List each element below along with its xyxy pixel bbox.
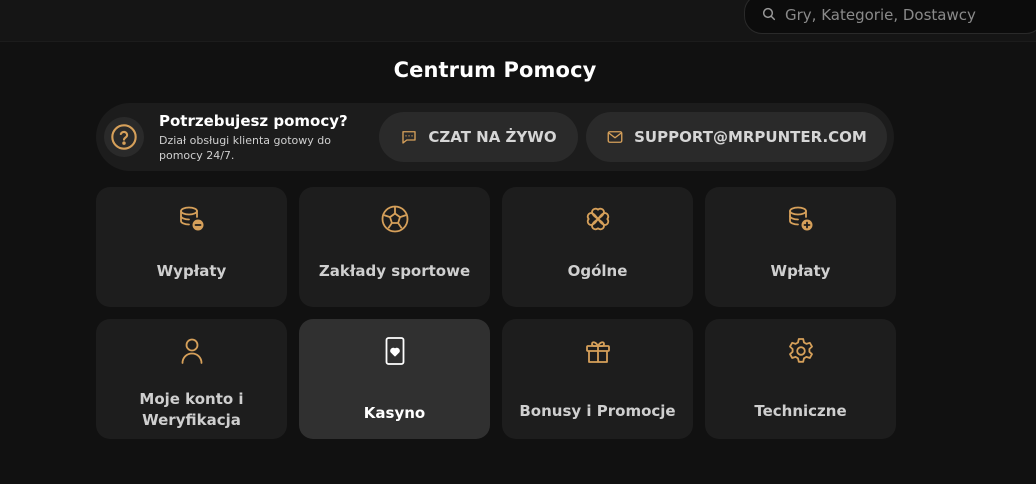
category-label: Zakłady sportowe	[318, 262, 471, 280]
user-icon	[176, 335, 208, 367]
category-tile-deposits[interactable]: Wpłaty	[705, 187, 896, 307]
coins-minus-icon	[176, 203, 208, 235]
live-chat-label: CZAT NA ŻYWO	[428, 128, 557, 146]
category-label: Moje konto i Weryfikacja	[139, 390, 244, 429]
category-label: Kasyno	[363, 404, 426, 422]
question-icon	[111, 124, 137, 150]
category-tile-sports-betting[interactable]: Zakłady sportowe	[299, 187, 490, 307]
category-tile-casino[interactable]: Kasyno	[299, 319, 490, 439]
page-title: Centrum Pomocy	[393, 58, 597, 82]
live-chat-button[interactable]: CZAT NA ŻYWO	[379, 112, 578, 162]
support-email-label: SUPPORT@MRPUNTER.COM	[634, 128, 867, 146]
category-label: Wpłaty	[770, 262, 831, 280]
category-tile-technical[interactable]: Techniczne	[705, 319, 896, 439]
category-tile-general[interactable]: Ogólne	[502, 187, 693, 307]
search-icon	[762, 7, 776, 21]
category-tile-withdrawals[interactable]: Wypłaty	[96, 187, 287, 307]
clover-icon	[582, 203, 614, 235]
playing-card-icon	[379, 335, 411, 367]
help-title: Potrzebujesz pomocy?	[159, 112, 348, 130]
coins-plus-icon	[785, 203, 817, 235]
help-icon-badge	[104, 117, 144, 157]
category-tile-bonuses[interactable]: Bonusy i Promocje	[502, 319, 693, 439]
gear-icon	[785, 335, 817, 367]
top-bar	[0, 0, 1036, 42]
search-input[interactable]	[785, 6, 1005, 24]
gift-icon	[582, 335, 614, 367]
help-subtitle: Dział obsługi klienta gotowy do pomocy 2…	[159, 134, 331, 162]
category-label: Wypłaty	[156, 262, 227, 280]
category-label: Bonusy i Promocje	[519, 402, 676, 420]
help-bar: Potrzebujesz pomocy? Dział obsługi klien…	[96, 103, 894, 171]
mail-icon	[607, 131, 623, 143]
search-box[interactable]	[744, 0, 1036, 34]
support-email-button[interactable]: SUPPORT@MRPUNTER.COM	[586, 112, 887, 162]
category-label: Techniczne	[754, 402, 847, 420]
category-tile-account-verification[interactable]: Moje konto i Weryfikacja	[96, 319, 287, 439]
chat-icon	[402, 131, 417, 144]
football-icon	[379, 203, 411, 235]
category-label: Ogólne	[567, 262, 628, 280]
